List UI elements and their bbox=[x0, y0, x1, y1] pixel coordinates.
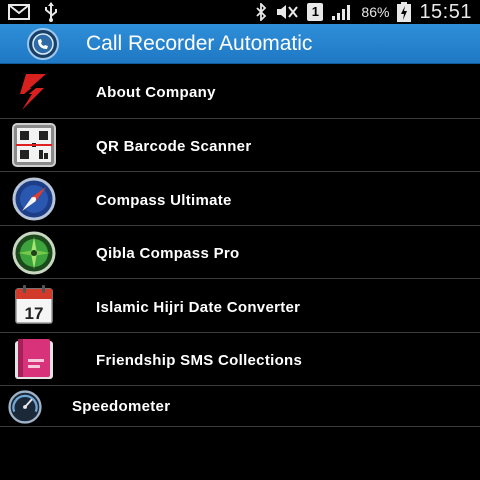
list-item-qibla-compass-pro[interactable]: Qibla Compass Pro bbox=[0, 226, 480, 279]
status-bar: 1 86% 15:51 bbox=[0, 0, 480, 24]
list-item-islamic-hijri-date-converter[interactable]: 17 Islamic Hijri Date Converter bbox=[0, 279, 480, 333]
list-item-label: Qibla Compass Pro bbox=[96, 245, 240, 262]
usb-icon bbox=[45, 2, 57, 22]
speedometer-icon bbox=[8, 390, 42, 424]
email-icon bbox=[8, 4, 30, 20]
status-bar-right: 1 86% 15:51 bbox=[255, 0, 472, 24]
calendar-icon: 17 bbox=[15, 285, 53, 324]
battery-icon bbox=[397, 2, 412, 22]
action-bar: Call Recorder Automatic bbox=[0, 24, 480, 64]
list-item-label: Compass Ultimate bbox=[96, 192, 232, 209]
list-item-label: QR Barcode Scanner bbox=[96, 138, 252, 155]
battery-percent: 86% bbox=[361, 4, 390, 20]
list-item-qr-barcode-scanner[interactable]: QR Barcode Scanner bbox=[0, 119, 480, 172]
clock: 15:51 bbox=[419, 0, 472, 23]
calendar-day-number: 17 bbox=[25, 304, 44, 323]
mute-icon bbox=[277, 5, 299, 19]
qr-scanner-icon bbox=[12, 123, 56, 167]
list-item-label: Friendship SMS Collections bbox=[96, 352, 303, 369]
app-title: Call Recorder Automatic bbox=[86, 32, 313, 55]
list-item-label: Islamic Hijri Date Converter bbox=[96, 299, 301, 316]
sim-indicator: 1 bbox=[307, 3, 324, 21]
status-bar-left bbox=[8, 2, 58, 22]
bluetooth-icon bbox=[256, 3, 267, 21]
company-logo-icon bbox=[20, 74, 47, 110]
call-recorder-app-icon[interactable] bbox=[27, 28, 59, 60]
list-item-compass-ultimate[interactable]: Compass Ultimate bbox=[0, 172, 480, 226]
list-item-friendship-sms-collections[interactable]: Friendship SMS Collections bbox=[0, 333, 480, 386]
list-item-speedometer[interactable]: Speedometer bbox=[0, 386, 480, 427]
list-item-about-company[interactable]: About Company bbox=[0, 64, 480, 119]
signal-icon bbox=[332, 5, 351, 20]
sms-book-icon bbox=[15, 339, 53, 379]
compass-icon bbox=[12, 177, 56, 221]
list-item-label: About Company bbox=[96, 84, 216, 101]
list-item-label: Speedometer bbox=[72, 398, 171, 415]
qibla-compass-icon bbox=[12, 231, 56, 275]
